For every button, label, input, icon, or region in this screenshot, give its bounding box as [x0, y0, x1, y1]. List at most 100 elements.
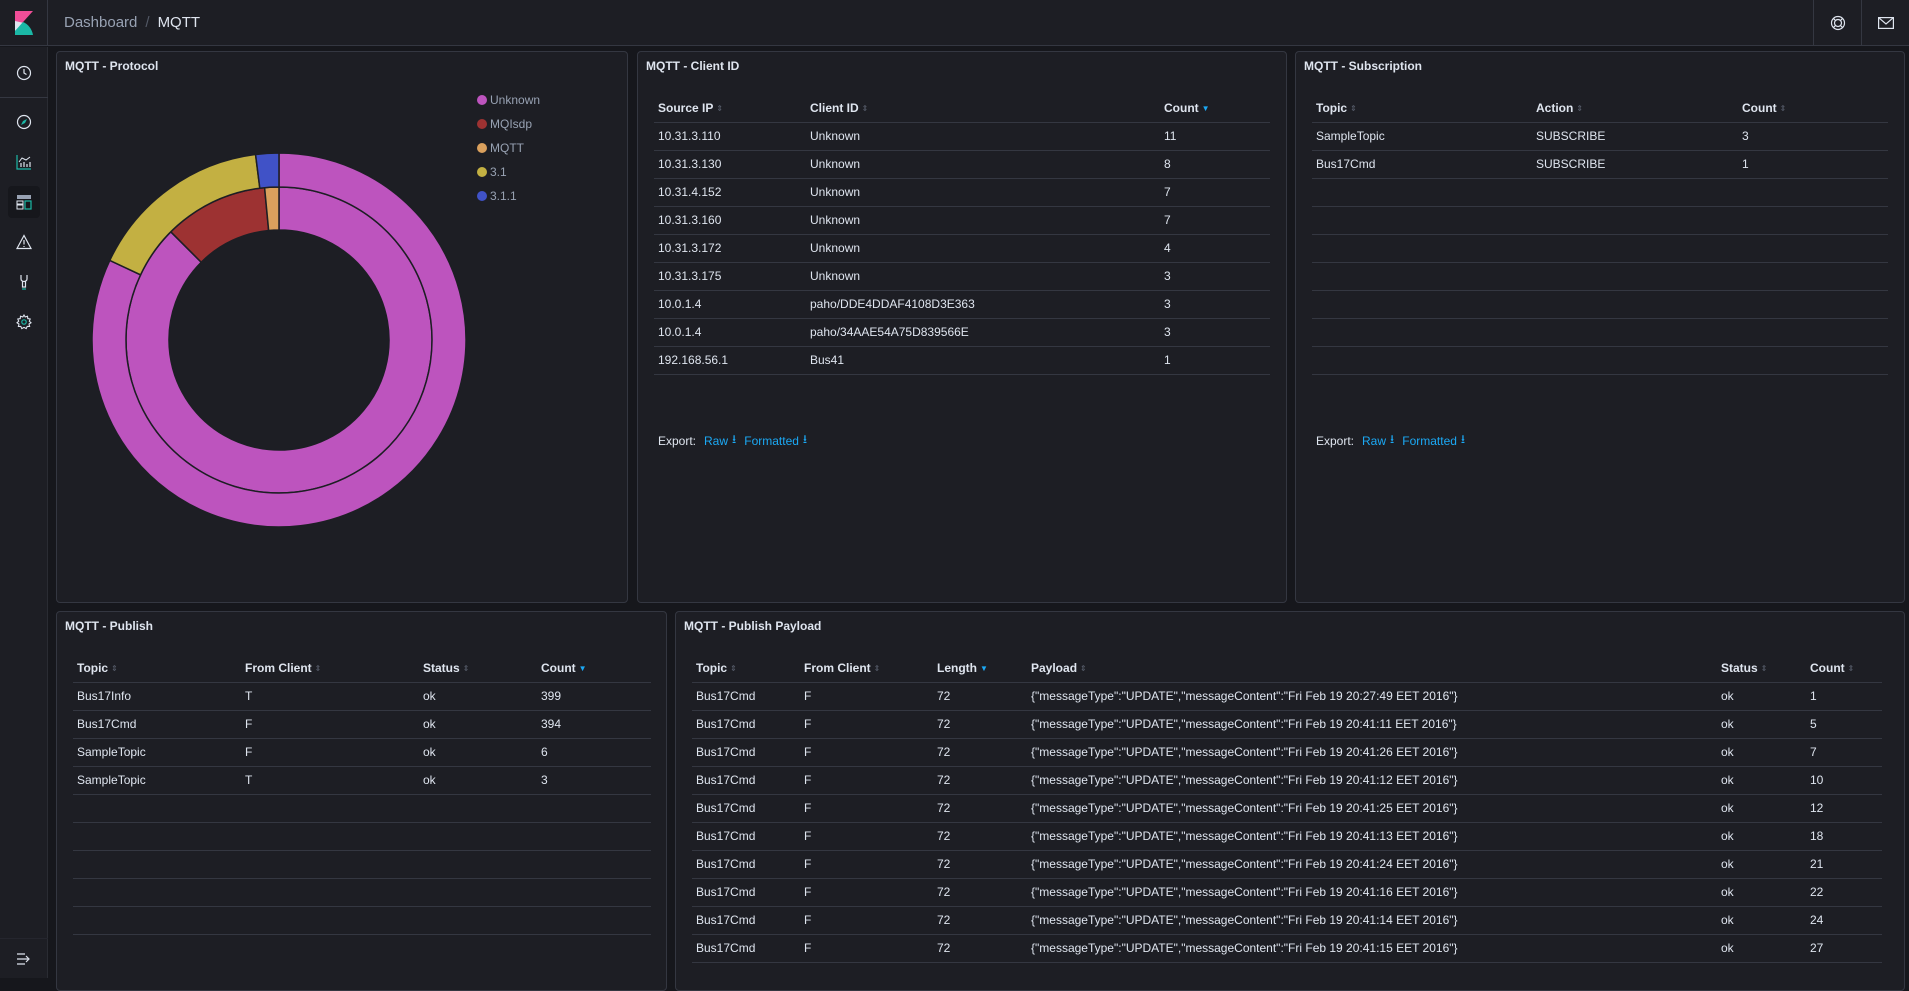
table-cell: 3	[1160, 290, 1270, 319]
column-header[interactable]: Count ⇕	[1806, 654, 1882, 683]
table-cell: 12	[1806, 794, 1882, 823]
export-raw-label: Raw	[704, 433, 729, 448]
nav-discover[interactable]	[0, 102, 48, 142]
sort-icon[interactable]: ⇕	[1761, 664, 1768, 673]
panel-mqtt-client-id: MQTT - Client ID Source IP ⇕ Client ID ⇕ Cou…	[637, 51, 1287, 603]
help-button[interactable]	[1813, 0, 1861, 46]
empty-table-row	[1312, 262, 1888, 291]
table-cell: ok	[1717, 878, 1806, 907]
sort-icon[interactable]: ⇕	[1780, 104, 1787, 113]
column-header-label: Payload	[1031, 660, 1078, 675]
table-cell: 3	[1738, 122, 1888, 151]
table-cell	[1532, 206, 1738, 235]
table-cell: Bus17Cmd	[73, 710, 241, 739]
breadcrumb-dashboard[interactable]: Dashboard	[64, 14, 137, 31]
legend-item-3-1-1[interactable]: 3.1.1	[477, 184, 540, 208]
sort-icon[interactable]: ⇕	[315, 664, 322, 673]
table-cell: SUBSCRIBE	[1532, 150, 1738, 179]
sort-icon[interactable]: ⇕	[874, 664, 881, 673]
nav-dev-tools[interactable]	[0, 262, 48, 302]
table-cell	[1532, 318, 1738, 347]
breadcrumb: Dashboard / MQTT	[48, 14, 200, 31]
kibana-logo[interactable]	[0, 0, 48, 46]
collapse-nav-button[interactable]	[0, 938, 48, 978]
table-cell	[1312, 318, 1532, 347]
column-header[interactable]: Count ▼	[1160, 94, 1270, 123]
table-cell: 72	[933, 682, 1027, 711]
table-cell: Unknown	[806, 178, 1160, 207]
export-formatted-link[interactable]: Formatted ⭳	[1402, 430, 1465, 451]
table-cell: 1	[1160, 346, 1270, 375]
table-cell	[537, 822, 651, 851]
panel-title: MQTT - Client ID	[646, 59, 740, 73]
table-cell: {"messageType":"UPDATE","messageContent"…	[1027, 766, 1717, 795]
empty-table-row	[1312, 290, 1888, 319]
nav-dashboard[interactable]	[0, 182, 48, 222]
sort-icon[interactable]: ⇕	[463, 664, 470, 673]
column-header[interactable]: From Client ⇕	[241, 654, 419, 683]
empty-table-row	[1312, 346, 1888, 375]
chart-legend: Unknown MQIsdp MQTT 3.1 3.1.1	[477, 88, 540, 208]
nav-alerts[interactable]	[0, 222, 48, 262]
sort-icon[interactable]: ⇕	[716, 104, 723, 113]
table-cell: 10.0.1.4	[654, 318, 806, 347]
column-header[interactable]: From Client ⇕	[800, 654, 933, 683]
column-header[interactable]: Source IP ⇕	[654, 94, 806, 123]
column-header[interactable]: Status ⇕	[419, 654, 537, 683]
sort-icon[interactable]: ⇕	[1576, 104, 1583, 113]
column-header-label: Topic	[1316, 100, 1348, 115]
table-cell: Bus17Cmd	[692, 682, 800, 711]
legend-item-mqisdp[interactable]: MQIsdp	[477, 112, 540, 136]
column-header[interactable]: Count ▼	[537, 654, 651, 683]
panel-mqtt-subscription: MQTT - Subscription Topic ⇕ Action ⇕ Count ⇕ …	[1295, 51, 1905, 603]
table-cell: 72	[933, 738, 1027, 767]
export-formatted-link[interactable]: Formatted ⭳	[744, 430, 807, 451]
export-raw-link[interactable]: Raw ⭳	[1362, 430, 1394, 451]
sort-icon[interactable]: ⇕	[1080, 664, 1087, 673]
column-header[interactable]: Client ID ⇕	[806, 94, 1160, 123]
column-header[interactable]: Action ⇕	[1532, 94, 1738, 123]
nav-recently-viewed[interactable]	[0, 53, 48, 93]
column-header[interactable]: Payload ⇕	[1027, 654, 1717, 683]
sort-descending-icon[interactable]: ▼	[980, 664, 988, 673]
sort-icon[interactable]: ⇕	[862, 104, 869, 113]
table-cell	[1312, 234, 1532, 263]
legend-item-unknown[interactable]: Unknown	[477, 88, 540, 112]
column-header[interactable]: Length ▼	[933, 654, 1027, 683]
table-row: Bus17Cmd F 72 {"messageType":"UPDATE","mess…	[692, 934, 1882, 963]
legend-dot	[477, 143, 487, 153]
nav-visualize[interactable]	[0, 142, 48, 182]
column-header[interactable]: Topic ⇕	[1312, 94, 1532, 123]
table-cell	[419, 794, 537, 823]
table-cell	[1532, 262, 1738, 291]
table-cell: paho/34AAE54A75D839566E	[806, 318, 1160, 347]
column-header[interactable]: Topic ⇕	[73, 654, 241, 683]
table-cell: 18	[1806, 822, 1882, 851]
column-header[interactable]: Topic ⇕	[692, 654, 800, 683]
table-cell: 72	[933, 766, 1027, 795]
table-cell	[73, 878, 241, 907]
empty-table-row	[1312, 206, 1888, 235]
sort-icon[interactable]: ⇕	[111, 664, 118, 673]
export-raw-link[interactable]: Raw ⭳	[704, 430, 736, 451]
sort-descending-icon[interactable]: ▼	[579, 664, 587, 673]
legend-item-mqtt[interactable]: MQTT	[477, 136, 540, 160]
table-cell: Unknown	[806, 150, 1160, 179]
sort-icon[interactable]: ⇕	[730, 664, 737, 673]
sort-icon[interactable]: ⇕	[1848, 664, 1855, 673]
column-header-label: Count	[1810, 660, 1845, 675]
download-icon: ⭳	[1390, 432, 1395, 446]
donut-slice-version-3-1-1[interactable]	[254, 152, 280, 190]
table-cell: ok	[1717, 710, 1806, 739]
clock-icon	[16, 65, 32, 81]
empty-table-row	[1312, 178, 1888, 207]
table-row: 192.168.56.1 Bus41 1	[654, 346, 1270, 375]
column-header[interactable]: Count ⇕	[1738, 94, 1888, 123]
panel-title: MQTT - Publish Payload	[684, 619, 822, 633]
nav-management[interactable]	[0, 302, 48, 342]
newsfeed-button[interactable]	[1861, 0, 1909, 46]
column-header[interactable]: Status ⇕	[1717, 654, 1806, 683]
sort-icon[interactable]: ⇕	[1350, 104, 1357, 113]
sort-descending-icon[interactable]: ▼	[1202, 104, 1210, 113]
legend-item-3-1[interactable]: 3.1	[477, 160, 540, 184]
